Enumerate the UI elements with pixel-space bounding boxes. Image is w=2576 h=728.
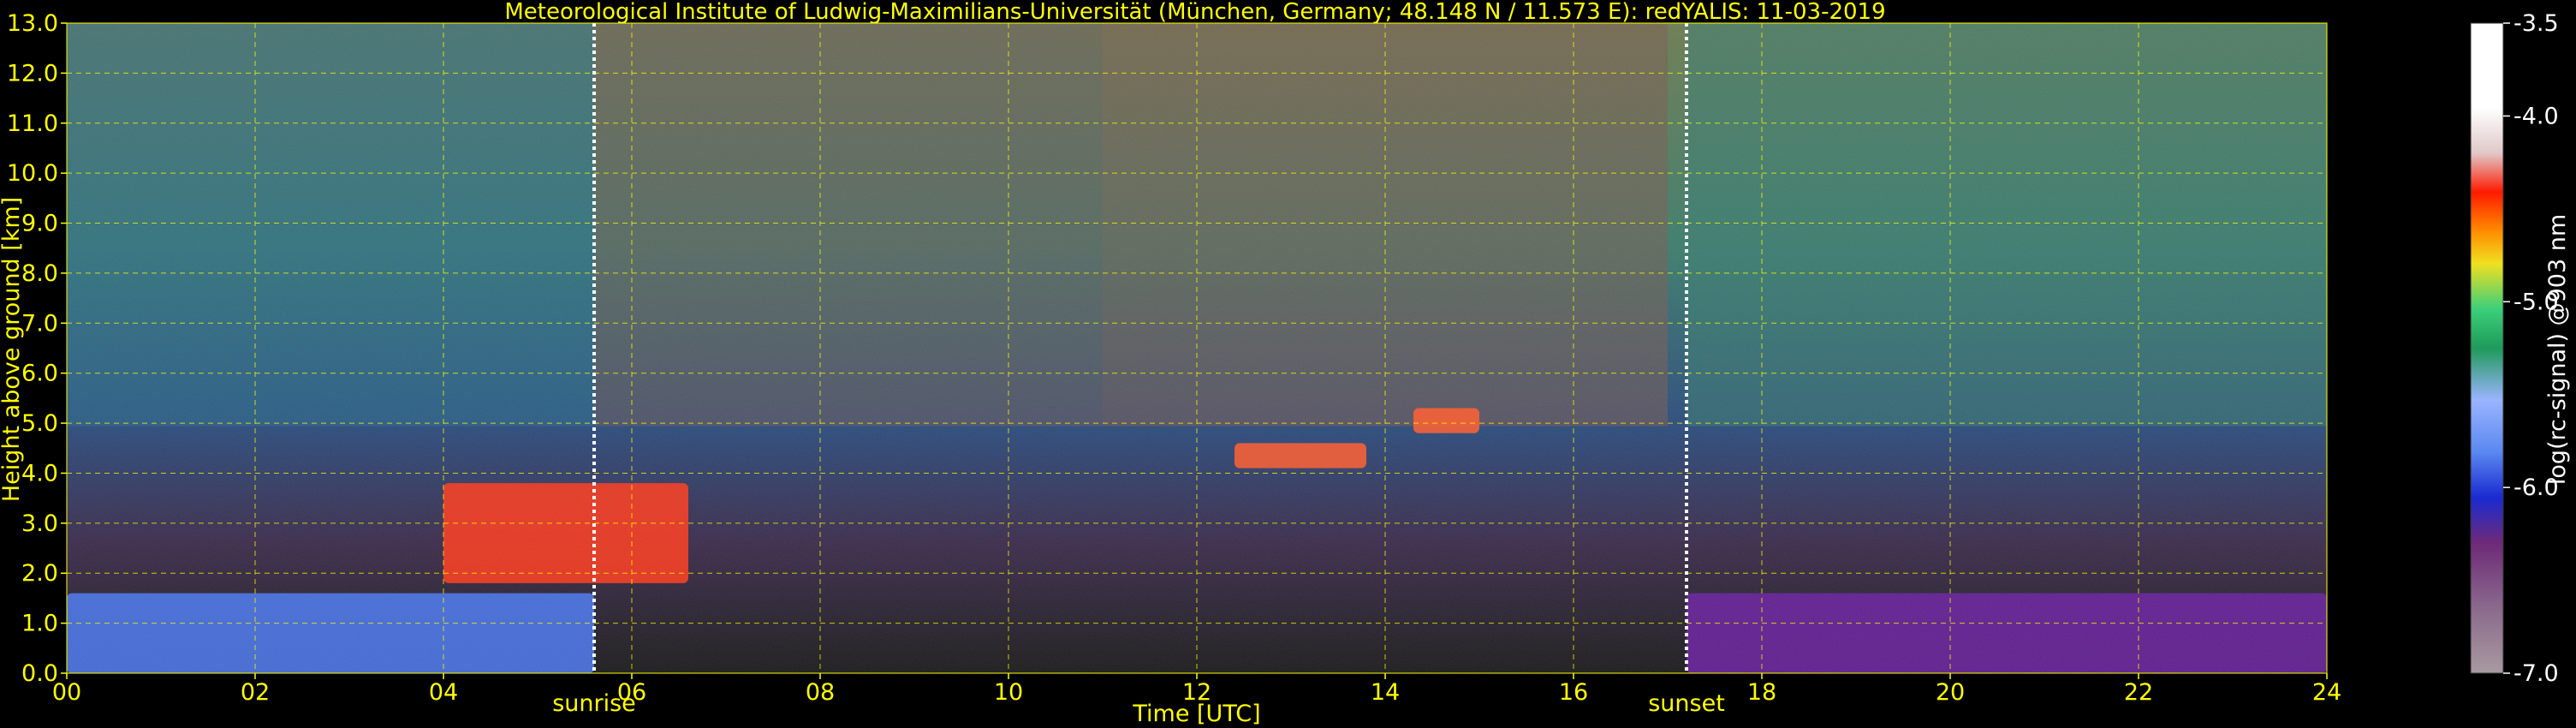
x-tick-label: 20 (1936, 679, 1965, 706)
x-tick-label: 06 (617, 679, 646, 706)
lidar-chart: sunrise sunset 00 02 04 06 08 10 12 14 16 18 20 22 24… (0, 0, 2571, 727)
x-tick-label: 02 (241, 679, 270, 706)
sunset-label: sunset (1648, 690, 1725, 717)
x-tick-label: 18 (1747, 679, 1776, 706)
x-tick-label: 14 (1371, 679, 1400, 706)
y-tick-label: 0.0 (21, 660, 58, 687)
colorbar: -3.5-4.0-5.0-6.0-7.0 log(rc-signal) @903… (2470, 10, 2571, 687)
x-axis-label: Time [UTC] (1132, 701, 1260, 727)
x-tick-label: 10 (994, 679, 1023, 706)
colorbar-tick-label: -4.0 (2514, 103, 2559, 129)
y-tick-label: 8.0 (21, 260, 58, 287)
x-tick-label: 24 (2312, 679, 2341, 706)
y-tick-label: 5.0 (21, 410, 58, 437)
y-tick-label: 13.0 (7, 10, 58, 37)
colorbar-label: log(rc-signal) @903 nm (2544, 214, 2571, 485)
y-tick-label: 6.0 (21, 361, 58, 387)
y-tick-label: 9.0 (21, 211, 58, 237)
x-tick-label: 22 (2124, 679, 2153, 706)
chart-title: Meteorological Institute of Ludwig-Maxim… (504, 0, 1885, 25)
colorbar-gradient (2470, 22, 2504, 674)
y-tick-label: 12.0 (7, 60, 58, 87)
y-tick-label: 2.0 (21, 560, 58, 587)
colorbar-tick-label: -3.5 (2514, 10, 2559, 37)
x-tick-label: 08 (806, 679, 835, 706)
y-tick-label: 4.0 (21, 460, 58, 486)
y-tick-label: 3.0 (21, 510, 58, 537)
y-tick-label: 1.0 (21, 611, 58, 637)
x-tick-label: 16 (1559, 679, 1588, 706)
y-axis-label: Height above ground [km] (0, 197, 25, 502)
x-tick-label: 04 (429, 679, 458, 706)
colorbar-tick-label: -7.0 (2514, 660, 2559, 687)
y-tick-label: 11.0 (7, 110, 58, 137)
y-tick-label: 7.0 (21, 310, 58, 337)
y-tick-label: 10.0 (7, 160, 58, 187)
